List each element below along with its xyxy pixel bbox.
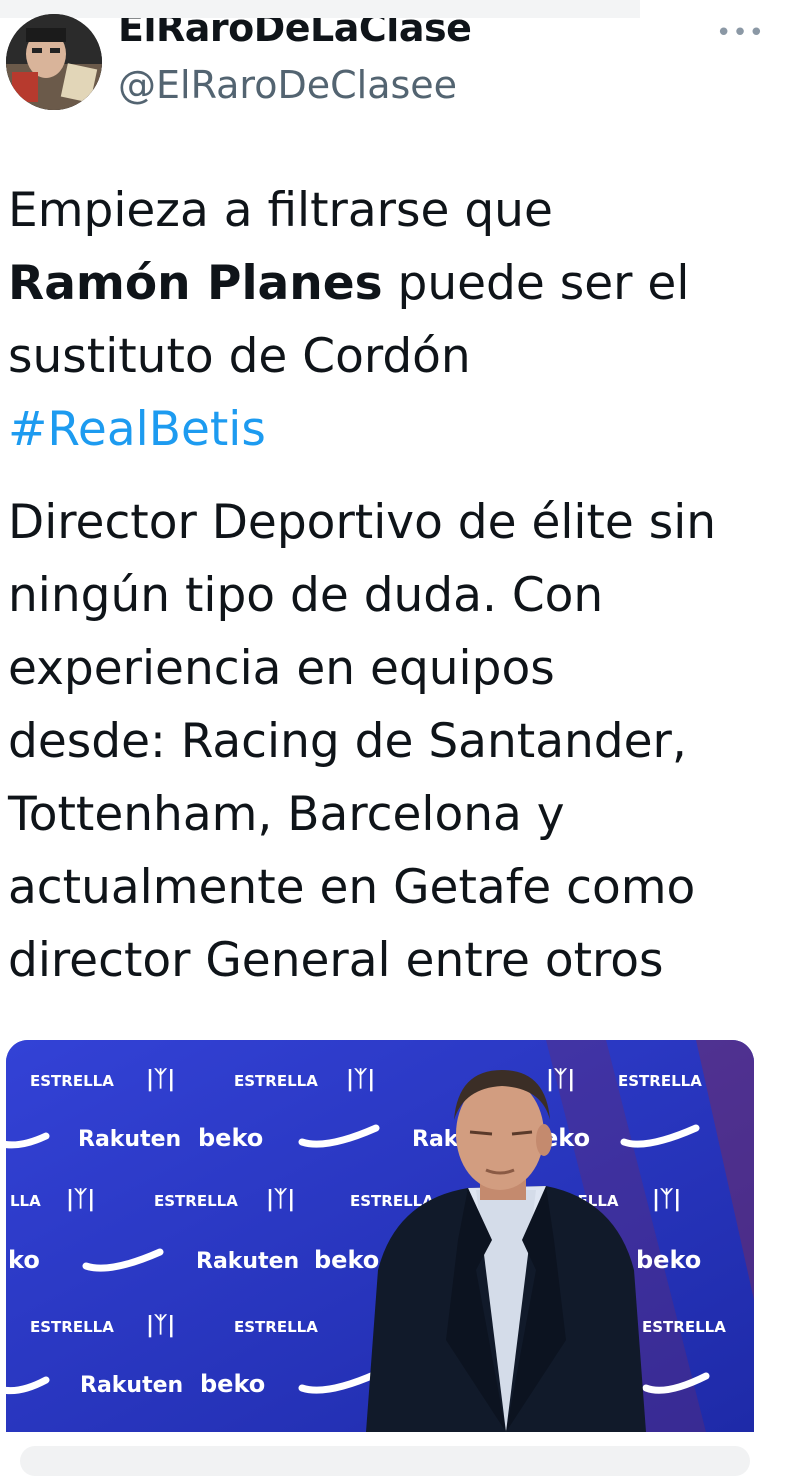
avatar-image (6, 14, 102, 110)
more-horizontal-icon[interactable]: ••• (716, 18, 765, 48)
svg-text:|ᛉ|: |ᛉ| (146, 1313, 175, 1338)
avatar[interactable] (6, 14, 102, 110)
svg-text:ESTRELLA: ESTRELLA (642, 1318, 726, 1336)
reply-bar[interactable] (20, 1446, 750, 1476)
svg-text:ESTRELLA: ESTRELLA (154, 1192, 238, 1210)
tweet-text: Empieza a filtrarse que Ramón Planes pue… (8, 174, 788, 997)
tweet-line: director General entre otros (8, 933, 664, 988)
svg-text:|ᛉ|: |ᛉ| (266, 1187, 295, 1212)
svg-text:ESTRELLA: ESTRELLA (234, 1318, 318, 1336)
tweet-line: sustituto de Cordón (8, 329, 471, 384)
tweet-line: actualmente en Getafe como (8, 860, 696, 915)
svg-text:ko: ko (8, 1246, 40, 1274)
svg-text:ESTRELLA: ESTRELLA (618, 1072, 702, 1090)
hashtag-link[interactable]: #RealBetis (8, 393, 788, 466)
svg-text:|ᛉ|: |ᛉ| (546, 1067, 575, 1092)
tweet-line: Ramón Planes puede ser el (8, 247, 788, 320)
press-conference-photo: ESTRELLA ESTRELLA ESTRELLA |ᛉ| |ᛉ| |ᛉ| R… (6, 1040, 754, 1432)
tweet-line: ningún tipo de duda. Con (8, 568, 604, 623)
tweet-line: experiencia en equipos (8, 641, 555, 696)
tweet-line: Empieza a filtrarse que (8, 183, 553, 238)
svg-text:|ᛉ|: |ᛉ| (346, 1067, 375, 1092)
svg-text:beko: beko (314, 1246, 379, 1274)
svg-text:|ᛉ|: |ᛉ| (66, 1187, 95, 1212)
svg-text:beko: beko (636, 1246, 701, 1274)
svg-text:LLA: LLA (10, 1192, 41, 1210)
tweet-line: Director Deportivo de élite sin (8, 495, 717, 550)
backdrop-logo-text: Rakuten (78, 1127, 181, 1152)
svg-text:|ᛉ|: |ᛉ| (146, 1067, 175, 1092)
tweet-line: Tottenham, Barcelona y (8, 787, 565, 842)
svg-text:Rak: Rak (412, 1127, 460, 1152)
tweet-line-rest: puede ser el (382, 256, 690, 311)
bold-mention: Ramón Planes (8, 256, 383, 311)
top-status-strip (0, 0, 640, 18)
backdrop-logo-text: beko (198, 1124, 263, 1152)
backdrop-logo-text: ESTRELLA (30, 1072, 114, 1090)
svg-text:ESTRELLA: ESTRELLA (30, 1318, 114, 1336)
user-handle[interactable]: @ElRaroDeClasee (118, 62, 457, 108)
tweet-media-image[interactable]: ESTRELLA ESTRELLA ESTRELLA |ᛉ| |ᛉ| |ᛉ| R… (6, 1040, 754, 1432)
svg-text:Rakuten: Rakuten (80, 1373, 183, 1398)
svg-text:|ᛉ|: |ᛉ| (652, 1187, 681, 1212)
svg-text:Rakuten: Rakuten (196, 1249, 299, 1274)
tweet-line: desde: Racing de Santander, (8, 714, 687, 769)
svg-text:beko: beko (200, 1370, 265, 1398)
svg-text:ESTRELLA: ESTRELLA (234, 1072, 318, 1090)
